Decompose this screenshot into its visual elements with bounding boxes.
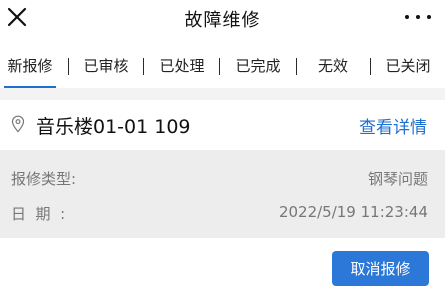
status-tabs: 新报修 已审核 已处理 已完成 无效 已关闭 — [0, 44, 445, 88]
cancel-repair-button[interactable]: 取消报修 — [332, 251, 429, 286]
repair-info-card: 报修类型: 钢琴问题 日 期 : 2022/5/19 11:23:44 — [0, 150, 445, 238]
tab-reviewed[interactable]: 已审核 — [80, 55, 132, 77]
more-icon[interactable] — [405, 9, 431, 25]
page-title: 故障维修 — [184, 10, 261, 31]
tab-divider — [68, 58, 69, 75]
repair-type-label: 报修类型: — [11, 170, 77, 188]
tab-divider — [143, 58, 144, 75]
tab-invalid[interactable]: 无效 — [305, 55, 361, 77]
section-gap — [0, 88, 445, 100]
view-details-link[interactable]: 查看详情 — [359, 113, 427, 138]
tab-divider — [219, 58, 220, 75]
tab-new[interactable]: 新报修 — [4, 55, 56, 77]
location-row: 音乐楼01-01 109 查看详情 — [0, 100, 445, 148]
nav-bar: 故障维修 — [0, 0, 445, 36]
tab-divider — [370, 58, 371, 75]
date-label: 日 期 : — [11, 205, 66, 223]
tab-closed[interactable]: 已关闭 — [380, 55, 436, 77]
repair-type-value: 钢琴问题 — [367, 170, 428, 188]
date-value: 2022/5/19 11:23:44 — [278, 203, 428, 221]
tab-completed[interactable]: 已完成 — [230, 55, 286, 77]
location-pin-icon — [11, 115, 25, 133]
tab-divider — [296, 58, 297, 75]
repair-location: 音乐楼01-01 109 — [36, 116, 191, 138]
tab-processed[interactable]: 已处理 — [154, 55, 210, 77]
